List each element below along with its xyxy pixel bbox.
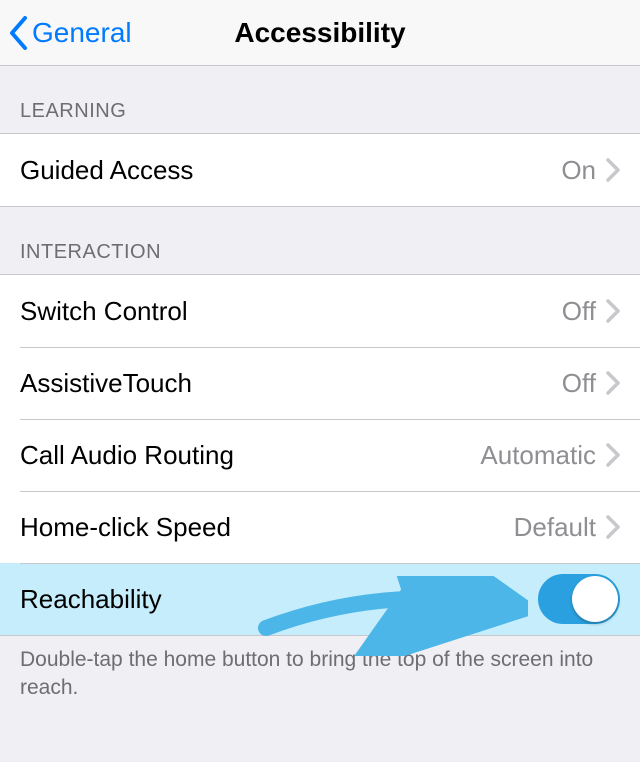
section-header-learning: LEARNING [0, 66, 640, 133]
row-label: AssistiveTouch [20, 368, 562, 399]
row-call-audio-routing[interactable]: Call Audio Routing Automatic [0, 419, 640, 491]
row-value: Default [514, 512, 596, 543]
list-learning: Guided Access On [0, 133, 640, 207]
row-label: Guided Access [20, 155, 561, 186]
row-value: Off [562, 296, 596, 327]
row-label: Call Audio Routing [20, 440, 480, 471]
row-guided-access[interactable]: Guided Access On [0, 134, 640, 206]
row-label: Switch Control [20, 296, 562, 327]
back-label: General [32, 17, 132, 49]
back-button[interactable]: General [8, 0, 132, 65]
nav-bar: General Accessibility [0, 0, 640, 66]
row-value: Off [562, 368, 596, 399]
row-value: On [561, 155, 596, 186]
row-assistivetouch[interactable]: AssistiveTouch Off [0, 347, 640, 419]
footer-description: Double-tap the home button to bring the … [0, 636, 640, 723]
list-interaction: Switch Control Off AssistiveTouch Off Ca… [0, 274, 640, 636]
row-value: Automatic [480, 440, 596, 471]
page-title: Accessibility [234, 17, 405, 49]
row-label: Reachability [20, 584, 538, 615]
chevron-right-icon [606, 299, 620, 323]
row-label: Home-click Speed [20, 512, 514, 543]
row-home-click-speed[interactable]: Home-click Speed Default [0, 491, 640, 563]
row-switch-control[interactable]: Switch Control Off [0, 275, 640, 347]
chevron-right-icon [606, 158, 620, 182]
chevron-left-icon [8, 16, 32, 50]
toggle-knob [572, 576, 618, 622]
chevron-right-icon [606, 515, 620, 539]
chevron-right-icon [606, 371, 620, 395]
row-reachability[interactable]: Reachability [0, 563, 640, 635]
section-header-interaction: INTERACTION [0, 207, 640, 274]
toggle-switch[interactable] [538, 574, 620, 624]
chevron-right-icon [606, 443, 620, 467]
